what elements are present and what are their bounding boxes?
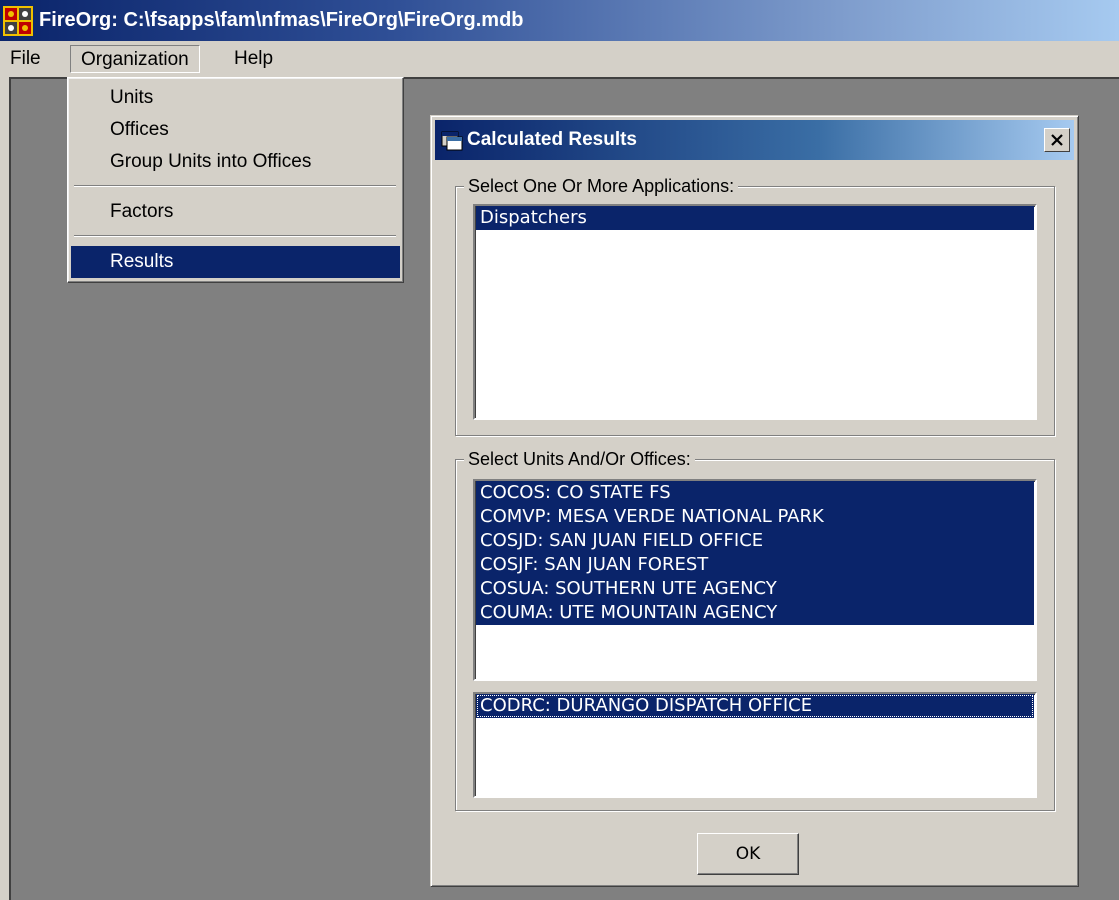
list-item-unit[interactable]: COMVP: MESA VERDE NATIONAL PARK bbox=[476, 505, 1034, 529]
close-button[interactable] bbox=[1044, 128, 1070, 152]
dialog-window-icon bbox=[441, 131, 463, 151]
ok-button[interactable]: OK bbox=[697, 833, 799, 875]
applications-listbox[interactable]: Dispatchers bbox=[473, 204, 1037, 420]
units-offices-group: Select Units And/Or Offices: COCOS: CO S… bbox=[455, 447, 1055, 811]
units-offices-group-label: Select Units And/Or Offices: bbox=[464, 447, 695, 471]
list-item-application[interactable]: Dispatchers bbox=[476, 206, 1034, 230]
fireorg-app-icon bbox=[3, 5, 33, 36]
menu-separator bbox=[74, 185, 396, 187]
menu-separator bbox=[74, 235, 396, 237]
applications-group-label: Select One Or More Applications: bbox=[464, 174, 739, 198]
units-listbox[interactable]: COCOS: CO STATE FS COMVP: MESA VERDE NAT… bbox=[473, 479, 1037, 681]
organization-menu-dropdown: Units Offices Group Units into Offices F… bbox=[67, 77, 404, 283]
menu-item-results[interactable]: Results bbox=[71, 246, 400, 278]
dialog-title-bar[interactable]: Calculated Results bbox=[435, 120, 1074, 160]
list-item-unit[interactable]: COSJF: SAN JUAN FOREST bbox=[476, 553, 1034, 577]
applications-group: Select One Or More Applications: Dispatc… bbox=[455, 174, 1055, 436]
calculated-results-dialog: Calculated Results Select One Or More Ap… bbox=[430, 115, 1079, 887]
menu-bar: File Organization Help bbox=[0, 41, 1119, 77]
offices-listbox[interactable]: CODRC: DURANGO DISPATCH OFFICE bbox=[473, 692, 1037, 798]
list-item-unit[interactable]: COCOS: CO STATE FS bbox=[476, 481, 1034, 505]
menu-item-group-units-into-offices[interactable]: Group Units into Offices bbox=[71, 146, 400, 178]
menu-organization[interactable]: Organization bbox=[70, 45, 200, 73]
list-item-unit[interactable]: COSUA: SOUTHERN UTE AGENCY bbox=[476, 577, 1034, 601]
title-bar[interactable]: FireOrg: C:\fsapps\fam\nfmas\FireOrg\Fir… bbox=[0, 0, 1119, 41]
dialog-title: Calculated Results bbox=[467, 129, 637, 150]
list-item-unit[interactable]: COUMA: UTE MOUNTAIN AGENCY bbox=[476, 601, 1034, 625]
application-window: FireOrg: C:\fsapps\fam\nfmas\FireOrg\Fir… bbox=[0, 0, 1119, 900]
menu-item-units[interactable]: Units bbox=[71, 82, 400, 114]
menu-help[interactable]: Help bbox=[224, 45, 283, 73]
window-title: FireOrg: C:\fsapps\fam\nfmas\FireOrg\Fir… bbox=[39, 9, 524, 31]
menu-item-offices[interactable]: Offices bbox=[71, 114, 400, 146]
menu-file[interactable]: File bbox=[0, 45, 51, 73]
list-item-office[interactable]: CODRC: DURANGO DISPATCH OFFICE bbox=[476, 694, 1034, 718]
menu-item-factors[interactable]: Factors bbox=[71, 196, 400, 228]
list-item-unit[interactable]: COSJD: SAN JUAN FIELD OFFICE bbox=[476, 529, 1034, 553]
close-icon bbox=[1051, 134, 1063, 146]
